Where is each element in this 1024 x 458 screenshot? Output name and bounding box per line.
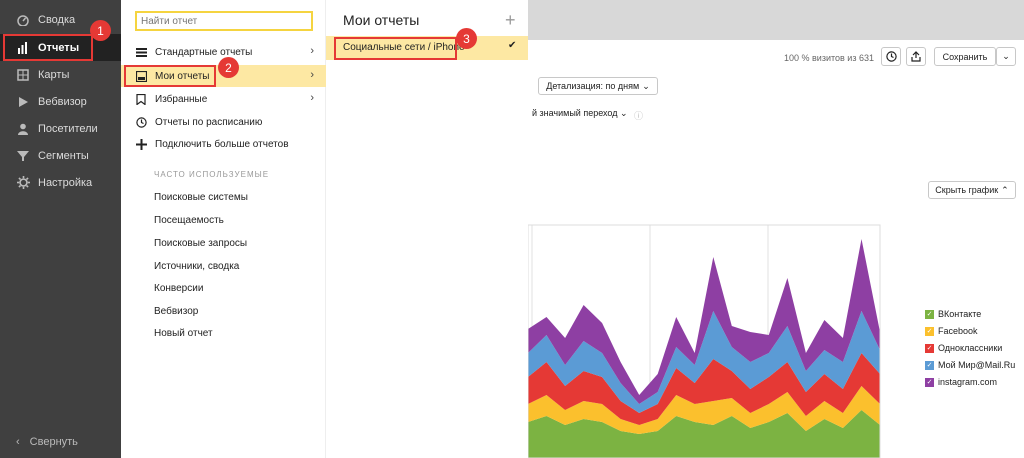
- legend-item[interactable]: ✓ Одноклассники: [925, 343, 1002, 353]
- sidebar-item-label: Сводка: [38, 13, 76, 26]
- sidebar-item-label: Карты: [38, 68, 70, 81]
- legend-label: Мой Мир@Mail.Ru: [938, 360, 1016, 370]
- legend-item[interactable]: ✓ Facebook: [925, 326, 978, 336]
- legend-checkbox[interactable]: ✓: [925, 343, 934, 353]
- report-search-input[interactable]: [135, 11, 313, 31]
- step-badge-3: 3: [456, 28, 477, 49]
- chevron-down-icon: ⌄: [620, 108, 628, 118]
- clock-icon: [135, 116, 147, 128]
- save-button[interactable]: Сохранить: [934, 47, 996, 66]
- detail-select[interactable]: Детализация: по дням ⌄: [538, 77, 658, 95]
- map-icon: [16, 68, 30, 82]
- my-reports-title: Мои отчеты: [343, 12, 420, 28]
- legend-label: ВКонтакте: [938, 309, 982, 319]
- header-overlay: [528, 0, 1024, 40]
- dashboard-icon: [16, 13, 30, 27]
- chevron-right-icon: ›: [310, 69, 314, 81]
- add-report-button[interactable]: +: [505, 10, 516, 31]
- frequent-item[interactable]: Посещаемость: [154, 215, 224, 226]
- frequent-item[interactable]: Конверсии: [154, 283, 203, 294]
- visits-text: 100 % визитов из 631: [784, 53, 874, 63]
- highlight-my-reports: [124, 65, 216, 87]
- step-badge-2: 2: [218, 57, 239, 78]
- sidebar-item-label: Настройка: [38, 176, 93, 189]
- menu-item-favorites[interactable]: Избранные ›: [121, 88, 326, 110]
- check-icon: ✔: [508, 40, 517, 51]
- collapse-label: Свернуть: [29, 436, 78, 448]
- chevron-up-icon: ⌃: [1001, 184, 1009, 195]
- plus-icon: [135, 138, 147, 150]
- sidebar-item-label: Вебвизор: [38, 95, 87, 108]
- menu-item-label: Подключить больше отчетов: [155, 138, 289, 150]
- clock-button[interactable]: [881, 47, 901, 66]
- legend-label: Одноклассники: [938, 343, 1003, 353]
- frequent-item[interactable]: Вебвизор: [154, 306, 198, 317]
- chevron-right-icon: ›: [310, 45, 314, 57]
- attribution-label: й значимый переход: [532, 108, 618, 118]
- frequent-item[interactable]: Поисковые системы: [154, 192, 248, 203]
- highlight-social-report: [334, 37, 457, 60]
- legend-item[interactable]: ✓ instagram.com: [925, 377, 997, 387]
- clock-icon: [885, 51, 897, 62]
- legend-checkbox[interactable]: ✓: [925, 309, 934, 319]
- main-sidebar: Сводка Отчеты Карты Вебвизор Посетители …: [0, 0, 121, 458]
- my-reports-panel: [326, 0, 528, 458]
- legend-item[interactable]: ✓ Мой Мир@Mail.Ru: [925, 360, 1015, 370]
- chevron-down-icon: ⌄: [642, 80, 650, 91]
- sidebar-item-label: Посетители: [38, 122, 98, 135]
- chevron-left-icon: ‹: [16, 436, 20, 448]
- menu-item-scheduled-reports[interactable]: Отчеты по расписанию: [121, 111, 326, 133]
- chevron-down-icon: ⌄: [1002, 51, 1010, 61]
- attribution-select[interactable]: й значимый переход ⌄: [532, 108, 628, 119]
- sidebar-item-maps[interactable]: Карты: [0, 61, 121, 88]
- area-chart: [528, 224, 881, 458]
- legend-label: instagram.com: [938, 377, 998, 387]
- sidebar-item-segments[interactable]: Сегменты: [0, 142, 121, 169]
- menu-item-connect-more[interactable]: Подключить больше отчетов: [121, 133, 326, 155]
- sidebar-item-webvisor[interactable]: Вебвизор: [0, 88, 121, 115]
- hide-chart-button[interactable]: Скрыть график ⌃: [928, 181, 1016, 199]
- hide-chart-label: Скрыть график: [935, 185, 999, 195]
- play-icon: [16, 95, 30, 109]
- legend-label: Facebook: [938, 326, 978, 336]
- sidebar-item-visitors[interactable]: Посетители: [0, 115, 121, 142]
- frequent-item[interactable]: Источники, сводка: [154, 261, 239, 272]
- detail-label: Детализация: по дням: [546, 81, 640, 91]
- user-icon: [16, 122, 30, 136]
- list-icon: [135, 46, 147, 58]
- frequent-item[interactable]: Поисковые запросы: [154, 238, 247, 249]
- chevron-right-icon: ›: [310, 92, 314, 104]
- help-icon[interactable]: ⓘ: [634, 109, 643, 122]
- highlight-reports: [3, 34, 93, 61]
- save-dropdown-button[interactable]: ⌄: [996, 47, 1016, 66]
- frequent-section-label: ЧАСТО ИСПОЛЬЗУЕМЫЕ: [154, 170, 270, 179]
- sidebar-item-label: Сегменты: [38, 149, 89, 162]
- menu-item-label: Избранные: [155, 93, 208, 105]
- step-badge-1: 1: [90, 20, 111, 41]
- frequent-item[interactable]: Новый отчет: [154, 328, 213, 339]
- export-button[interactable]: [906, 47, 926, 66]
- menu-item-label: Стандартные отчеты: [155, 46, 253, 58]
- legend-item[interactable]: ✓ ВКонтакте: [925, 309, 981, 319]
- bookmark-icon: [135, 93, 147, 105]
- legend-checkbox[interactable]: ✓: [925, 360, 934, 370]
- upload-icon: [911, 51, 921, 62]
- sidebar-item-settings[interactable]: Настройка: [0, 169, 121, 196]
- gear-icon: [16, 176, 30, 190]
- collapse-sidebar-button[interactable]: ‹ Свернуть: [16, 436, 78, 448]
- legend-checkbox[interactable]: ✓: [925, 326, 934, 336]
- legend-checkbox[interactable]: ✓: [925, 377, 934, 387]
- menu-item-label: Отчеты по расписанию: [155, 116, 263, 128]
- filter-icon: [16, 149, 30, 163]
